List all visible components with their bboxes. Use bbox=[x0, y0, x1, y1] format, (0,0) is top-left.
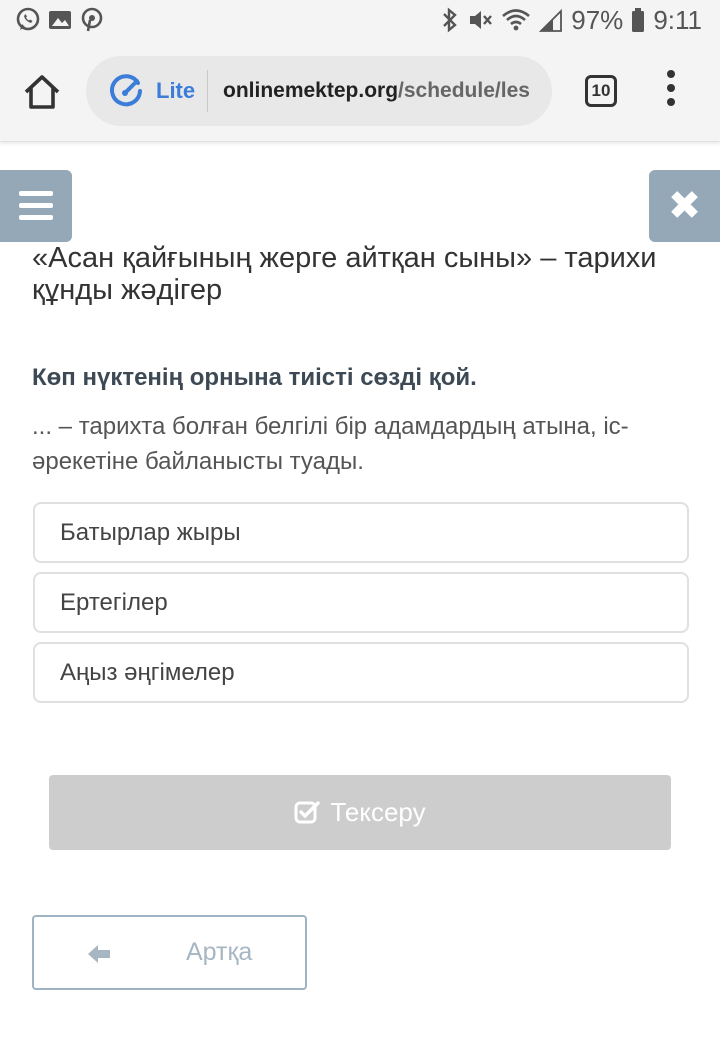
mute-icon bbox=[470, 11, 493, 29]
tab-switcher-button[interactable]: 10 bbox=[585, 75, 617, 107]
check-button[interactable]: Тексеру bbox=[49, 775, 671, 850]
check-square-icon bbox=[294, 801, 321, 824]
whatsapp-icon bbox=[16, 7, 40, 31]
url-divider bbox=[207, 70, 208, 112]
hamburger-menu-button[interactable] bbox=[0, 170, 72, 242]
lite-mode-icon bbox=[110, 74, 142, 107]
check-button-label: Тексеру bbox=[330, 797, 426, 827]
address-bar[interactable]: Lite onlinemektep.org/schedule/les bbox=[86, 56, 552, 126]
url-host: onlinemektep.org bbox=[223, 79, 399, 102]
battery-percent: 97% bbox=[571, 4, 624, 35]
more-menu-icon[interactable] bbox=[662, 70, 680, 114]
status-bar: 97% 9:11 bbox=[0, 0, 720, 40]
signal-icon bbox=[539, 8, 563, 32]
arrow-left-icon bbox=[88, 945, 110, 963]
bluetooth-icon bbox=[443, 7, 458, 33]
question-instruction: Көп нүктенің орнына тиісті сөзді қой. bbox=[32, 364, 477, 391]
url-path: /schedule/les bbox=[398, 79, 530, 102]
lesson-title: «Асан қайғының жерге айтқан сыны» – тари… bbox=[32, 242, 657, 306]
status-right: 97% 9:11 bbox=[441, 0, 702, 40]
url-text[interactable]: onlinemektep.org/schedule/les bbox=[223, 56, 530, 126]
pinterest-icon bbox=[81, 7, 103, 32]
back-button[interactable]: Артқа bbox=[32, 915, 307, 990]
back-button-label: Артқа bbox=[186, 938, 253, 966]
wifi-icon bbox=[502, 9, 531, 31]
answer-option[interactable]: Ертегілер bbox=[33, 572, 689, 633]
clock: 9:11 bbox=[653, 4, 702, 35]
question-text: ... – тарихта болған белгілі бір адамдар… bbox=[32, 413, 629, 475]
browser-toolbar: Lite onlinemektep.org/schedule/les 10 bbox=[0, 40, 720, 142]
gallery-icon bbox=[49, 11, 71, 29]
battery-icon bbox=[632, 8, 645, 32]
home-icon[interactable] bbox=[22, 72, 62, 112]
close-button[interactable]: ✖ bbox=[649, 170, 720, 242]
answer-option[interactable]: Батырлар жыры bbox=[33, 502, 689, 563]
answer-option[interactable]: Аңыз әңгімелер bbox=[33, 642, 689, 703]
lite-mode-label: Lite bbox=[156, 78, 196, 103]
